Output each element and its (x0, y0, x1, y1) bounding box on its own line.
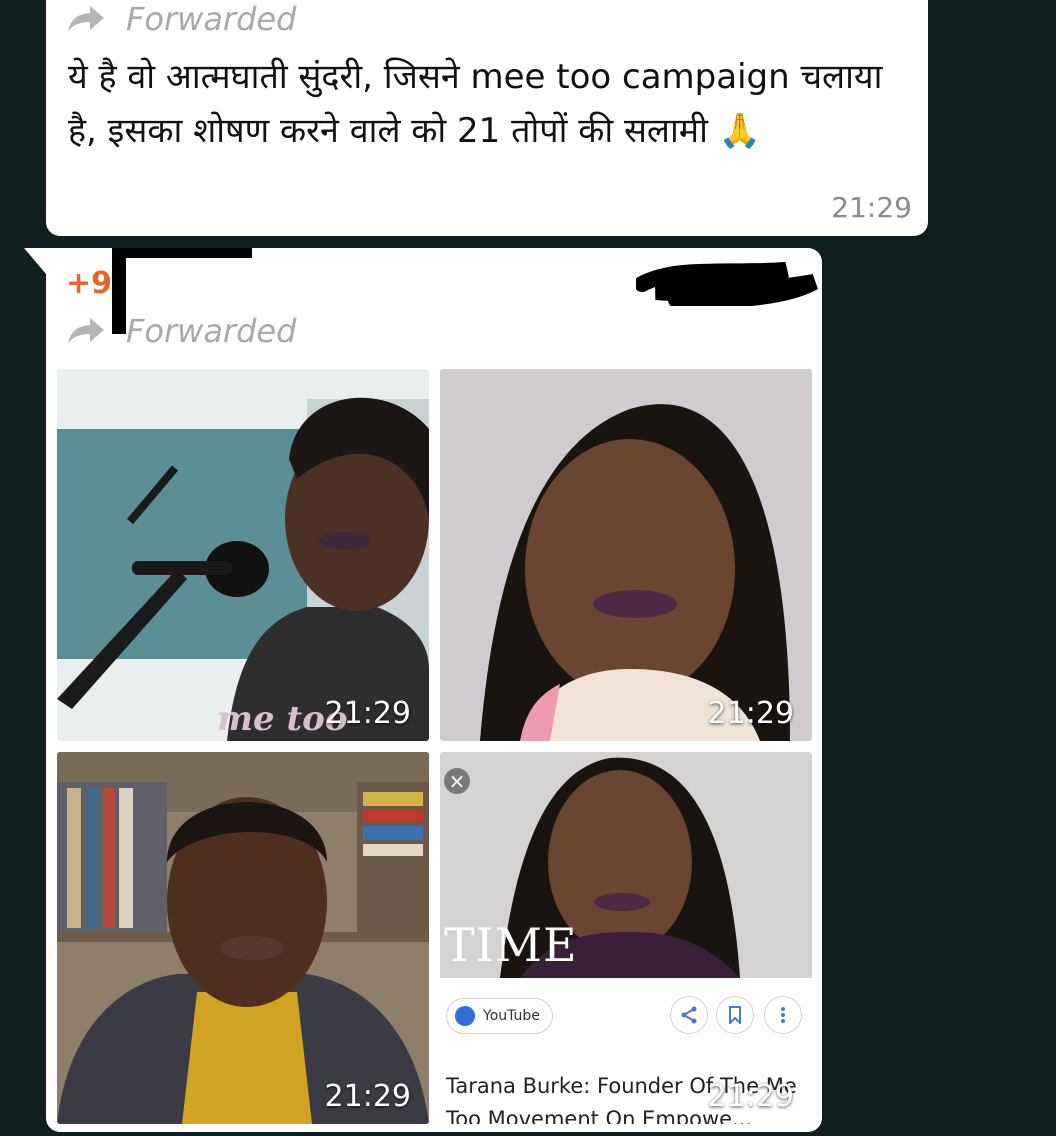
share-icon[interactable] (670, 996, 708, 1034)
forwarded-indicator: Forwarded (66, 312, 296, 350)
photo-image (57, 369, 429, 741)
message-text: ये है वो आत्मघाती सुंदरी, जिसने mee too … (68, 57, 883, 151)
redaction-scribble (636, 262, 818, 306)
message-timestamp: 21:29 (831, 191, 912, 224)
globe-icon (455, 1006, 475, 1026)
close-icon[interactable]: × (444, 768, 470, 794)
message-bubble-forwarded-media[interactable]: +9 Forwarded me too 21:29 21:29 21:29 TI… (24, 248, 822, 1132)
source-label: YouTube (483, 1008, 540, 1024)
forwarded-label: Forwarded (126, 312, 297, 350)
media-timestamp: 21:29 (707, 1079, 794, 1114)
media-timestamp: 21:29 (707, 696, 794, 731)
more-vert-icon[interactable] (764, 996, 802, 1034)
sender-name[interactable]: +9 (66, 266, 112, 301)
source-chip[interactable]: YouTube (446, 998, 553, 1034)
bubble-tail (24, 248, 46, 274)
forwarded-label: Forwarded (126, 0, 297, 38)
time-magazine-banner: TIME (444, 918, 578, 972)
photo-image (440, 369, 812, 741)
media-tile[interactable]: 21:29 (440, 369, 812, 741)
media-timestamp: 21:29 (324, 696, 411, 731)
media-tile[interactable]: 21:29 (57, 752, 429, 1124)
redaction-mark (112, 248, 252, 258)
forward-arrow-icon (68, 6, 104, 32)
media-tile[interactable]: TIME × YouTube Tarana Burke: Founder Of … (440, 752, 812, 1124)
media-timestamp: 21:29 (324, 1079, 411, 1114)
media-tile[interactable]: me too 21:29 (57, 369, 429, 741)
bookmark-icon[interactable] (716, 996, 754, 1034)
photo-image (57, 752, 429, 1124)
message-bubble-forwarded-text[interactable]: Forwarded ये है वो आत्मघाती सुंदरी, जिसन… (46, 0, 928, 236)
forwarded-indicator: Forwarded (66, 0, 296, 38)
forward-arrow-icon (68, 318, 104, 344)
